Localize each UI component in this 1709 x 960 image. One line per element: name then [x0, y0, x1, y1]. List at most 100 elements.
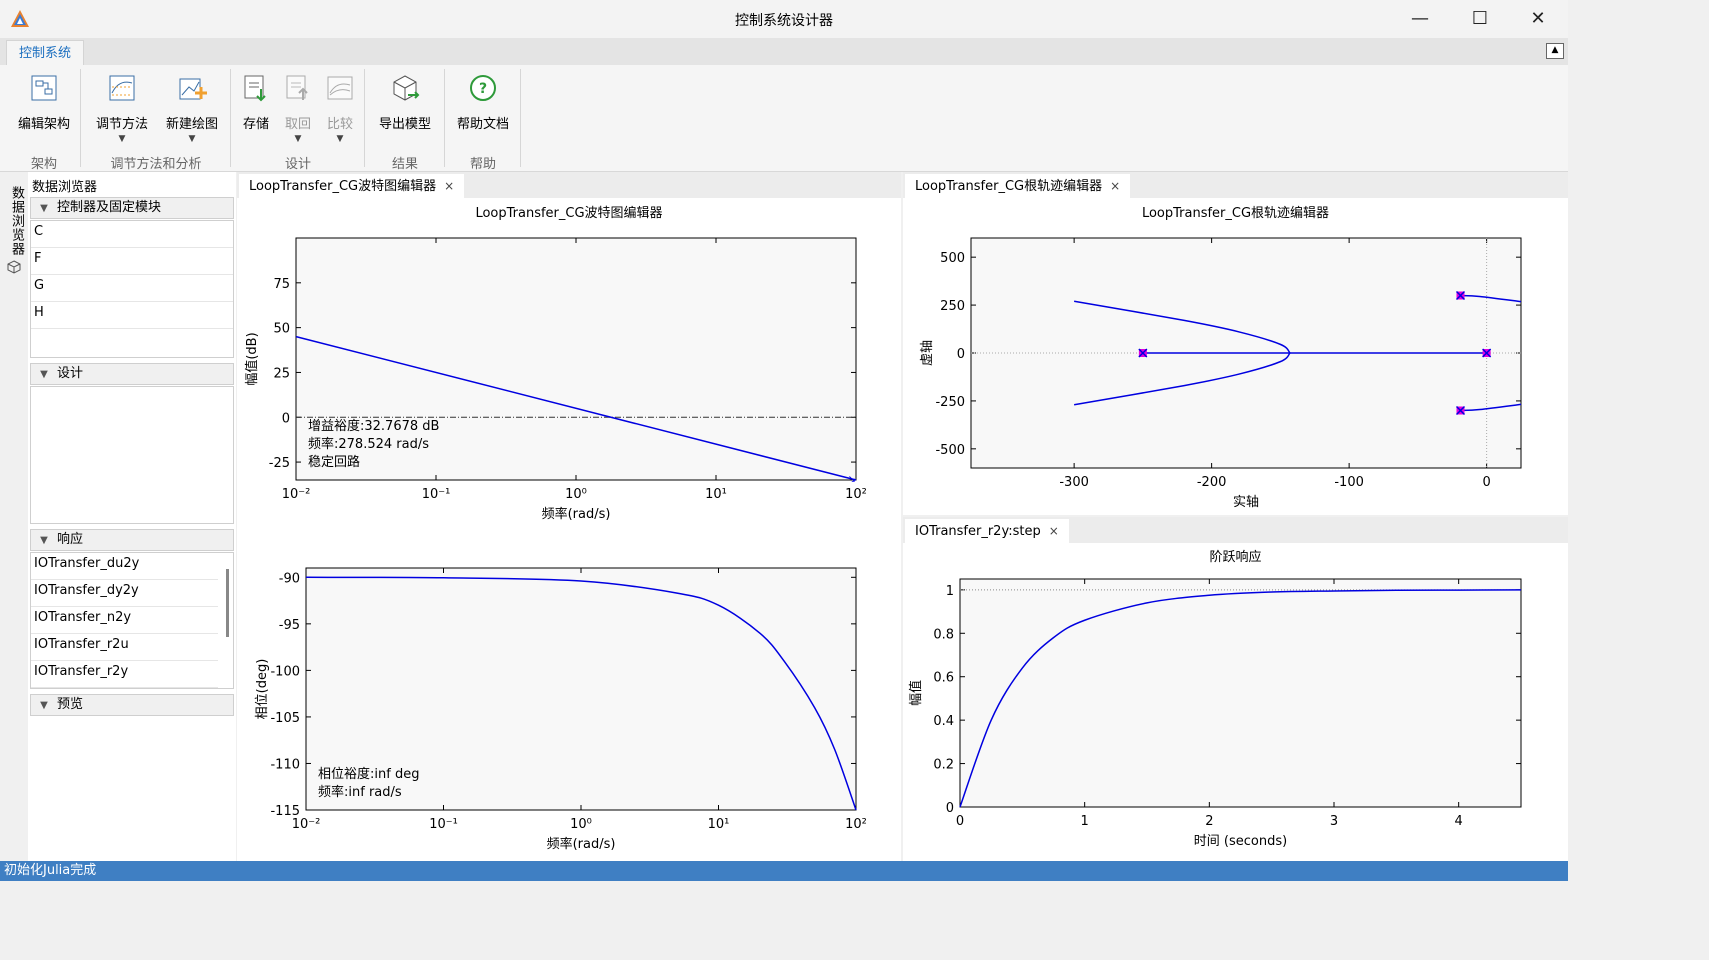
margin-annotation: 频率:inf rad/s — [318, 784, 402, 800]
close-tab-icon[interactable]: × — [1110, 179, 1120, 193]
collapse-triangle-icon: ▼ — [40, 535, 48, 546]
x-tick-label: 10¹ — [708, 817, 730, 832]
y-tick-label: -500 — [935, 443, 965, 458]
x-tick-label: 0 — [956, 814, 964, 829]
list-scrollbar[interactable] — [226, 569, 229, 637]
bode-phase-plot[interactable]: 10⁻² 10⁻¹ 10⁰ 10¹ 10² -90 -95 -100 -105 -110 -115 频… — [237, 558, 901, 858]
y-tick-label: -105 — [270, 711, 300, 726]
step-response-plot[interactable]: 0 1 2 3 4 1 0.8 0.6 0.4 0.2 0 时间 (seconds) 幅值 — [903, 567, 1568, 859]
bode-editor-document: LoopTransfer_CG波特图编辑器 × LoopTransfer_CG波特… — [237, 172, 901, 861]
dropdown-caret-icon: ▼ — [118, 134, 126, 144]
new-plot-button[interactable]: 新建绘图 ▼ — [160, 73, 224, 144]
section-label: 预览 — [57, 697, 84, 712]
plot-area — [959, 578, 1522, 808]
side-tab-data-browser[interactable]: 数据浏览器 — [0, 172, 28, 862]
margin-annotation: 增益裕度:32.7678 dB — [308, 418, 439, 434]
minimize-button[interactable]: — — [1400, 6, 1440, 32]
export-model-button[interactable]: 导出模型 — [372, 73, 438, 132]
group-separator — [230, 69, 231, 167]
x-axis-label: 时间 (seconds) — [1194, 834, 1287, 849]
title-bar: 控制系统设计器 — ☐ ✕ — [0, 0, 1568, 38]
store-button[interactable]: 存储 — [238, 73, 274, 132]
section-label: 设计 — [57, 366, 84, 381]
x-tick-label: 10² — [845, 487, 867, 502]
architecture-icon — [31, 75, 57, 101]
responses-list: IOTransfer_du2y IOTransfer_dy2y IOTransf… — [30, 552, 234, 689]
list-item[interactable]: G — [31, 275, 233, 302]
tab-label: LoopTransfer_CG波特图编辑器 — [249, 179, 437, 194]
x-tick-label: 0 — [1482, 475, 1490, 490]
list-item[interactable]: IOTransfer_n2y — [31, 607, 218, 634]
collapse-ribbon-icon[interactable]: ▲ — [1546, 43, 1564, 59]
list-item[interactable]: F — [31, 248, 233, 275]
compare-button[interactable]: 比较 ▼ — [322, 73, 358, 144]
controllers-list: C F G H — [30, 220, 234, 358]
plot-title: 阶跃响应 — [1209, 550, 1262, 565]
ribbon-tab-control-system[interactable]: 控制系统 — [6, 40, 84, 66]
edit-architecture-button[interactable]: 编辑架构 — [14, 73, 74, 132]
close-button[interactable]: ✕ — [1518, 6, 1558, 32]
section-header-preview[interactable]: ▼ 预览 — [30, 694, 234, 716]
x-tick-label: 10⁻² — [282, 487, 311, 502]
root-locus-plot[interactable]: -300 -200 -100 0 500 250 0 -250 -500 实轴 虚轴 — [903, 222, 1568, 512]
tab-rlocus-editor[interactable]: LoopTransfer_CG根轨迹编辑器 × — [905, 174, 1131, 200]
list-item[interactable]: IOTransfer_dy2y — [31, 580, 218, 607]
dropdown-caret-icon: ▼ — [188, 134, 196, 144]
list-item[interactable]: IOTransfer_du2y — [31, 553, 218, 580]
x-tick-label: 10⁻² — [292, 817, 321, 832]
list-item[interactable]: IOTransfer_r2u — [31, 634, 218, 661]
rlocus-editor-document: LoopTransfer_CG根轨迹编辑器 × LoopTransfer_CG根轨… — [903, 172, 1568, 515]
y-tick-label: 0 — [282, 411, 290, 426]
tab-label: LoopTransfer_CG根轨迹编辑器 — [915, 179, 1103, 194]
y-tick-label: -110 — [270, 757, 300, 772]
ribbon-tab-row: 控制系统 ▲ — [0, 38, 1568, 66]
x-tick-label: 10⁰ — [570, 817, 592, 832]
step-response-document: IOTransfer_r2y:step × 阶跃响应 0 1 2 3 4 1 0.8 0.6 0.… — [903, 517, 1568, 861]
arrow-marker: ↘ — [848, 474, 856, 485]
tab-label: IOTransfer_r2y:step — [915, 524, 1041, 539]
tab-step-response[interactable]: IOTransfer_r2y:step × — [905, 519, 1069, 545]
tab-bode-editor[interactable]: LoopTransfer_CG波特图编辑器 × — [239, 174, 465, 200]
cube-icon — [7, 260, 21, 274]
new-plot-label: 新建绘图 — [165, 117, 218, 132]
section-header-controllers[interactable]: ▼ 控制器及固定模块 — [30, 197, 234, 219]
collapse-triangle-icon: ▼ — [40, 700, 48, 711]
section-header-design[interactable]: ▼ 设计 — [30, 363, 234, 385]
list-item[interactable]: C — [31, 221, 233, 248]
plot-title: LoopTransfer_CG波特图编辑器 — [475, 206, 663, 221]
x-tick-label: 4 — [1455, 814, 1463, 829]
list-item[interactable]: H — [31, 302, 233, 329]
group-label-result: 结果 — [391, 157, 418, 172]
tuning-method-button[interactable]: 调节方法 ▼ — [90, 73, 154, 144]
y-tick-label: 0.6 — [933, 671, 954, 686]
y-tick-label: 250 — [940, 299, 965, 314]
compare-label: 比较 — [326, 117, 353, 132]
x-axis-label: 实轴 — [1233, 495, 1259, 510]
list-item[interactable]: IOTransfer_r2y — [31, 661, 218, 688]
close-tab-icon[interactable]: × — [1049, 524, 1059, 538]
side-tab-label: 数据浏览器 — [9, 186, 24, 256]
bode-magnitude-plot[interactable]: 10⁻² 10⁻¹ 10⁰ 10¹ 10² 75 50 25 0 -25 频率(rad/s) 幅值(d… — [237, 228, 901, 528]
y-tick-label: 1 — [946, 584, 954, 599]
data-browser-panel: 数据浏览器 ▼ 控制器及固定模块 C F G H ▼ 设计 ▼ 响应 IOTransf… — [28, 172, 236, 862]
maximize-button[interactable]: ☐ — [1460, 6, 1500, 32]
help-doc-button[interactable]: ? 帮助文档 — [452, 73, 514, 132]
x-tick-label: 1 — [1081, 814, 1089, 829]
group-label-help: 帮助 — [469, 157, 496, 172]
export-model-icon — [393, 75, 420, 101]
export-model-label: 导出模型 — [378, 117, 431, 132]
y-tick-label: 0.2 — [933, 758, 954, 773]
x-tick-label: 10⁰ — [565, 487, 587, 502]
close-tab-icon[interactable]: × — [444, 179, 454, 193]
retrieve-button[interactable]: 取回 ▼ — [280, 73, 316, 144]
svg-text:?: ? — [479, 81, 487, 97]
retrieve-icon — [286, 75, 308, 100]
x-tick-label: -300 — [1059, 475, 1089, 490]
collapse-triangle-icon: ▼ — [40, 203, 48, 214]
y-axis-label: 幅值(dB) — [244, 332, 260, 385]
edit-architecture-label: 编辑架构 — [17, 117, 70, 132]
plot-title: LoopTransfer_CG根轨迹编辑器 — [1141, 206, 1330, 221]
y-tick-label: 50 — [273, 322, 290, 337]
section-header-responses[interactable]: ▼ 响应 — [30, 529, 234, 551]
x-tick-label: -100 — [1334, 475, 1364, 490]
